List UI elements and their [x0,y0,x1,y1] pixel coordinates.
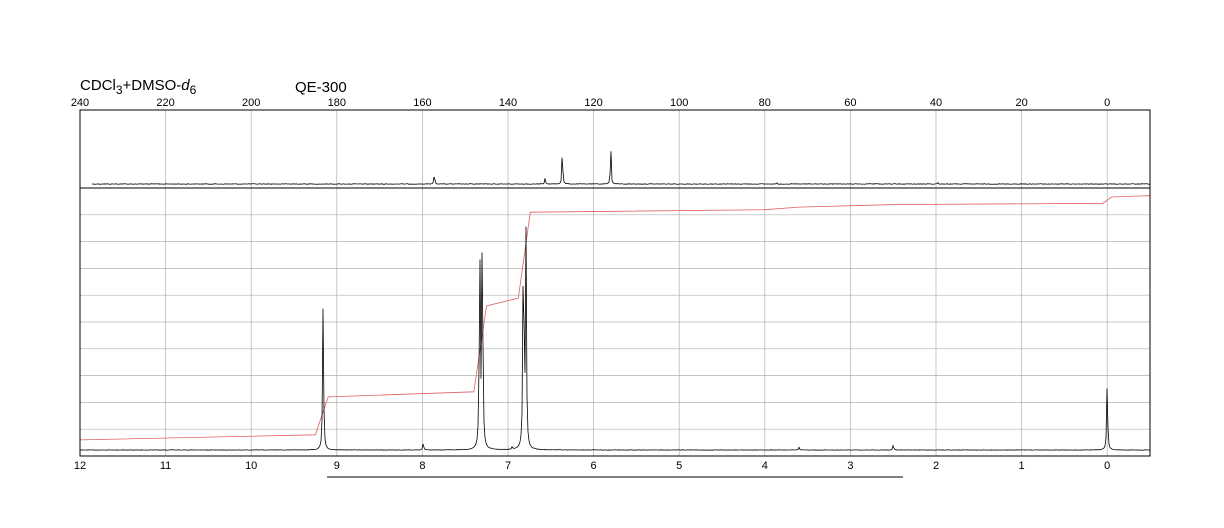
h1-tick-label: 9 [334,460,340,472]
h1-tick-label: 1 [1019,460,1025,472]
spectra-svg: 240 220 200 180 160 140 120 100 80 60 40 20 0 12 11 10… [71,97,1151,478]
h1-tick-label: 2 [933,460,939,472]
c13-tick-label: 160 [413,97,431,109]
c13-frame [79,109,1151,189]
c13-grid [165,110,1108,188]
h1-tick-label: 3 [847,460,853,472]
h1-tick-label: 10 [245,460,257,472]
h1-tick-label: 4 [762,460,768,472]
h1-tick-label: 8 [419,460,425,472]
c13-spectrum-trace [91,151,1151,185]
c13-tick-label: 240 [71,97,89,109]
h1-tick-label: 6 [591,460,597,472]
h1-tick-label: 0 [1104,460,1110,472]
c13-tick-label: 40 [930,97,942,109]
h1-tick-label: 11 [160,460,171,472]
c13-tick-labels: 240 220 200 180 160 140 120 100 80 60 40 20 0 [71,97,1110,109]
c13-tick-label: 140 [499,97,517,109]
c13-tick-label: 220 [156,97,174,109]
c13-tick-label: 80 [759,97,771,109]
c13-tick-label: 120 [584,97,602,109]
h1-tick-label: 5 [676,460,682,472]
h1-tick-labels: 12 11 10 9 8 7 6 5 4 3 2 1 0 [74,460,1110,472]
h1-tick-label: 7 [505,460,511,472]
h1-spectrum-trace [79,226,1151,451]
c13-tick-label: 180 [328,97,346,109]
h1-grid [80,188,1150,456]
c13-tick-label: 60 [844,97,856,109]
c13-tick-label: 100 [670,97,688,109]
h1-integral-curve [79,195,1151,441]
h1-tick-label: 12 [74,460,86,472]
c13-tick-label: 200 [242,97,260,109]
c13-tick-label: 0 [1104,97,1110,109]
c13-tick-label: 20 [1015,97,1027,109]
